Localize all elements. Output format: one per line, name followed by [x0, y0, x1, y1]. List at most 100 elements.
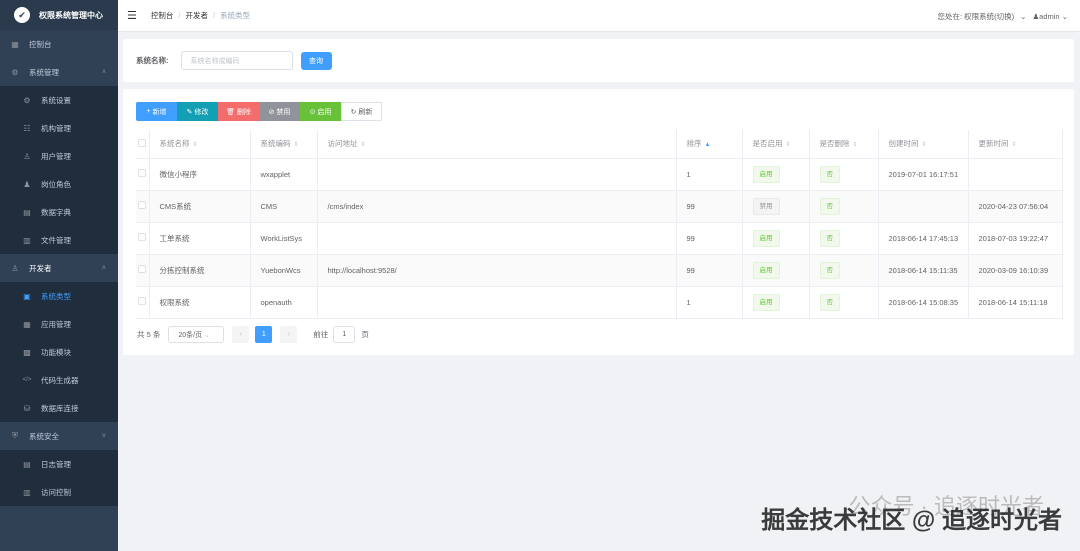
- goto-page-input[interactable]: 1: [333, 326, 356, 343]
- user-menu[interactable]: ♟admin ⌄: [1032, 12, 1068, 21]
- file-icon: ▥: [23, 235, 31, 245]
- cell-url: http://localhost:9528/: [317, 254, 677, 287]
- sidebar-item-9[interactable]: ▣ 系统类型: [0, 282, 118, 310]
- breadcrumb-item-current: 系统类型: [220, 11, 251, 20]
- developer-icon: ♙: [11, 263, 19, 273]
- role-icon: ♟: [23, 179, 31, 189]
- edit-button[interactable]: ✎ 修改: [177, 102, 218, 121]
- goto-page-unit: 页: [361, 330, 369, 339]
- sort-icon[interactable]: ⇕: [361, 142, 366, 148]
- sidebar-item-14[interactable]: ⛨ 系统安全 ˅: [0, 422, 118, 450]
- enable-button[interactable]: ⊙ 启用: [300, 102, 341, 121]
- column-header-enabled[interactable]: 是否启用 ⇕: [742, 130, 810, 159]
- sidebar-item-label: 系统类型: [41, 291, 71, 301]
- sidebar: ✔ 权限系统管理中心 ▦ 控制台 ⚙ 系统管理 ˄ ⚙ 系统设置 ☷ 机构管理 ♙ 用户管理 ♟ 岗位角…: [0, 0, 118, 551]
- sort-icon[interactable]: ⇕: [193, 142, 198, 148]
- sidebar-item-10[interactable]: ▦ 应用管理: [0, 310, 118, 338]
- page-number[interactable]: 1: [255, 326, 273, 343]
- cell-created: 2018-06-14 17:45:13: [878, 222, 969, 255]
- delete-button[interactable]: 🗑 删除: [218, 102, 259, 121]
- logo-icon: ✔: [14, 7, 30, 23]
- gear-icon: ⚙: [23, 95, 31, 105]
- sidebar-item-6[interactable]: ▤ 数据字典: [0, 198, 118, 226]
- status-badge: 启用: [752, 229, 780, 247]
- chevron-down-icon[interactable]: ⌄: [1020, 12, 1026, 21]
- column-header-code[interactable]: 系统编码 ⇕: [250, 130, 318, 159]
- sort-icon[interactable]: ⇕: [853, 142, 858, 148]
- sort-icon[interactable]: ⇕: [786, 142, 791, 148]
- status-badge: 启用: [752, 261, 780, 279]
- sidebar-item-15[interactable]: ▤ 日志管理: [0, 450, 118, 478]
- sidebar-item-2[interactable]: ⚙ 系统设置: [0, 86, 118, 114]
- sidebar-item-label: 日志管理: [41, 459, 71, 469]
- app-title: 权限系统管理中心: [39, 10, 103, 20]
- add-button[interactable]: + 新增: [136, 102, 177, 121]
- column-header-name[interactable]: 系统名称 ⇕: [149, 130, 251, 159]
- cell-deleted: 否: [809, 222, 879, 255]
- query-button[interactable]: 查询: [300, 51, 332, 70]
- search-label: 系统名称:: [136, 56, 169, 65]
- enable-icon: ⊙: [309, 108, 316, 116]
- row-checkbox[interactable]: [136, 190, 150, 223]
- sidebar-item-11[interactable]: ▩ 功能模块: [0, 338, 118, 366]
- sidebar-item-8[interactable]: ♙ 开发者 ˄: [0, 254, 118, 282]
- cell-code: openauth: [250, 286, 318, 319]
- page-size-select[interactable]: 20条/页 ⌄: [168, 326, 225, 343]
- refresh-button[interactable]: ↻ 刷新: [341, 102, 382, 121]
- next-page-button[interactable]: ›: [280, 326, 298, 343]
- chevron-down-icon: ⌄: [1061, 11, 1068, 21]
- cell-deleted: 否: [809, 286, 879, 319]
- cell-name: 分拣控制系统: [149, 254, 251, 287]
- plus-icon: +: [146, 108, 151, 115]
- column-header-url[interactable]: 访问地址 ⇕: [317, 130, 677, 159]
- deleted-badge: 否: [819, 165, 840, 183]
- select-all-checkbox[interactable]: [136, 130, 150, 159]
- status-badge: 禁用: [752, 197, 780, 215]
- sidebar-item-7[interactable]: ▥ 文件管理: [0, 226, 118, 254]
- prev-page-button[interactable]: ‹: [232, 326, 250, 343]
- column-header-deleted[interactable]: 是否删除 ⇕: [809, 130, 879, 159]
- table-row[interactable]: 工单系统 WorkListSys 99 启用 否 2018-06-14 17:45:13 2…: [136, 222, 1063, 255]
- app-icon: ▦: [23, 319, 31, 329]
- cell-enabled: 禁用: [742, 190, 810, 223]
- column-header-created[interactable]: 创建时间 ⇕: [878, 130, 969, 159]
- cell-enabled: 启用: [742, 222, 810, 255]
- cell-name: 工单系统: [149, 222, 251, 255]
- sidebar-item-0[interactable]: ▦ 控制台: [0, 30, 118, 58]
- search-input[interactable]: 系统名称或编码: [180, 51, 293, 70]
- logo[interactable]: ✔ 权限系统管理中心: [0, 0, 118, 30]
- breadcrumb-item-developer[interactable]: 开发者: [185, 11, 208, 20]
- total-count: 共 5 条: [137, 330, 161, 339]
- sidebar-item-1[interactable]: ⚙ 系统管理 ˄: [0, 58, 118, 86]
- sort-icon[interactable]: ⇕: [922, 142, 927, 148]
- cell-enabled: 启用: [742, 286, 810, 319]
- column-header-sort[interactable]: 排序 ▲: [676, 130, 743, 159]
- cell-sort: 99: [676, 254, 743, 287]
- sidebar-item-16[interactable]: ▥ 访问控制: [0, 478, 118, 506]
- cell-enabled: 启用: [742, 254, 810, 287]
- breadcrumb-item-dashboard[interactable]: 控制台: [151, 11, 174, 20]
- table-header-row: 系统名称 ⇕ 系统编码 ⇕ 访问地址 ⇕ 排序 ▲ 是否启用 ⇕ 是否删除 ⇕ 创建时间 ⇕ …: [136, 130, 1063, 159]
- row-checkbox[interactable]: [136, 286, 150, 319]
- sidebar-item-4[interactable]: ♙ 用户管理: [0, 142, 118, 170]
- sidebar-item-3[interactable]: ☷ 机构管理: [0, 114, 118, 142]
- row-checkbox[interactable]: [136, 254, 150, 287]
- sort-icon[interactable]: ⇕: [294, 142, 299, 148]
- column-header-updated[interactable]: 更新时间 ⇕: [968, 130, 1063, 159]
- table-row[interactable]: 分拣控制系统 YuebonWcs http://localhost:9528/99 启…: [136, 254, 1063, 287]
- row-checkbox[interactable]: [136, 158, 150, 191]
- cell-updated: 2020-03-09 16:10:39: [968, 254, 1063, 287]
- row-checkbox[interactable]: [136, 222, 150, 255]
- sort-asc-icon[interactable]: ▲: [705, 142, 711, 148]
- sidebar-item-12[interactable]: </> 代码生成器: [0, 366, 118, 394]
- table-row[interactable]: 微信小程序 wxapplet 1 启用 否 2019-07-01 16:17:51: [136, 158, 1063, 191]
- disable-button[interactable]: ⊘ 禁用: [259, 102, 300, 121]
- table-row[interactable]: 权限系统 openauth 1 启用 否 2018-06-14 15:08:35 2018-…: [136, 286, 1063, 319]
- system-switch[interactable]: 您处在: 权限系统(切换): [937, 11, 1014, 22]
- table-row[interactable]: CMS系统 CMS/cms/index 99 禁用 否 2020-04-23 07:56:…: [136, 190, 1063, 223]
- sidebar-item-5[interactable]: ♟ 岗位角色: [0, 170, 118, 198]
- sort-icon[interactable]: ⇕: [1012, 142, 1017, 148]
- sidebar-item-13[interactable]: ⛁ 数据库连接: [0, 394, 118, 422]
- app-root: ✔ 权限系统管理中心 ▦ 控制台 ⚙ 系统管理 ˄ ⚙ 系统设置 ☷ 机构管理 ♙ 用户管理 ♟ 岗位角…: [0, 0, 1080, 551]
- hamburger-icon[interactable]: ☰: [127, 9, 137, 22]
